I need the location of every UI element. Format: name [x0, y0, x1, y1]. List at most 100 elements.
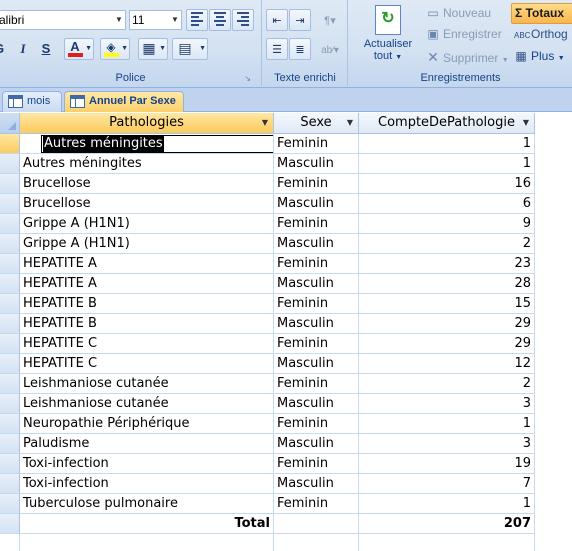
column-header-pathologies[interactable]: Pathologies ▼ [20, 113, 274, 134]
cell-pathologie[interactable]: HEPATITE A [20, 254, 274, 274]
cell-sexe[interactable]: Masculin [274, 194, 359, 214]
highlight-button[interactable]: ab⁄▾ [314, 38, 346, 60]
enregistrer-button[interactable]: ▣ Enregistrer [426, 27, 501, 41]
total-empty-cell[interactable] [274, 514, 359, 534]
row-selector[interactable] [0, 234, 20, 254]
cell-sexe[interactable]: Feminin [274, 214, 359, 234]
cell-compte[interactable]: 2 [359, 374, 535, 394]
row-selector[interactable] [0, 454, 20, 474]
cell-pathologie[interactable]: HEPATITE C [20, 334, 274, 354]
cell-pathologie[interactable]: Autres méningites [20, 154, 274, 174]
cell-compte[interactable]: 1 [359, 154, 535, 174]
cell-compte[interactable]: 23 [359, 254, 535, 274]
cell-pathologie[interactable]: Toxi-infection [20, 454, 274, 474]
font-color-button[interactable]: A ▼ [64, 38, 94, 60]
cell-sexe[interactable]: Masculin [274, 354, 359, 374]
tab-mois[interactable]: mois [2, 91, 62, 112]
cell-sexe[interactable]: Feminin [274, 334, 359, 354]
row-selector[interactable] [0, 474, 20, 494]
table-row[interactable]: HEPATITE B Feminin 15 [0, 294, 535, 314]
cell-compte[interactable]: 1 [359, 134, 535, 154]
row-selector[interactable] [0, 174, 20, 194]
cell-compte[interactable]: 16 [359, 174, 535, 194]
row-selector[interactable] [0, 294, 20, 314]
cell-pathologie[interactable]: Grippe A (H1N1) [20, 234, 274, 254]
sort-filter-icon[interactable]: ▼ [347, 113, 353, 133]
orthographe-button[interactable]: ABCOrthog [514, 27, 568, 41]
align-center-button[interactable] [209, 9, 231, 31]
cell-pathologie[interactable]: Leishmaniose cutanée [20, 374, 274, 394]
alternate-fill-button[interactable]: ▤ ▼ [172, 38, 208, 60]
cell-sexe[interactable]: Feminin [274, 414, 359, 434]
table-row[interactable]: Brucellose Feminin 16 [0, 174, 535, 194]
italic-button[interactable]: I [12, 38, 34, 60]
tab-annuel-par-sexe[interactable]: Annuel Par Sexe [64, 91, 184, 112]
font-size-combo[interactable]: 11 ▼ [129, 10, 182, 30]
bold-button[interactable]: G [0, 38, 10, 60]
bullets-button[interactable]: ☰ [266, 38, 288, 60]
table-row[interactable]: Autres méningites▼Feminin1 [0, 134, 535, 154]
cell-sexe[interactable]: Masculin [274, 234, 359, 254]
row-selector[interactable] [0, 414, 20, 434]
cell-compte[interactable]: 7 [359, 474, 535, 494]
cell-compte[interactable]: 1 [359, 414, 535, 434]
table-row[interactable]: Leishmaniose cutanée Feminin 2 [0, 374, 535, 394]
paragraph-direction-button[interactable]: ¶▾ [314, 9, 346, 31]
row-selector[interactable] [0, 194, 20, 214]
table-row[interactable]: Toxi-infection Masculin 7 [0, 474, 535, 494]
row-selector[interactable] [0, 134, 20, 154]
row-selector[interactable] [0, 154, 20, 174]
cell-compte[interactable]: 2 [359, 234, 535, 254]
align-left-button[interactable] [186, 9, 208, 31]
cell-sexe[interactable]: Feminin [274, 294, 359, 314]
cell-sexe[interactable]: Feminin [274, 254, 359, 274]
row-selector[interactable] [0, 314, 20, 334]
cell-sexe[interactable]: Feminin [274, 134, 359, 154]
row-selector[interactable] [0, 334, 20, 354]
supprimer-button[interactable]: ✕ Supprimer ▼ [426, 49, 509, 66]
increase-indent-button[interactable]: ⇥ [289, 9, 311, 31]
cell-sexe[interactable]: Masculin [274, 314, 359, 334]
cell-pathologie[interactable]: Toxi-infection [20, 474, 274, 494]
cell-compte[interactable]: 1 [359, 494, 535, 514]
numbering-button[interactable]: ≣ [289, 38, 311, 60]
table-row[interactable]: Autres méningites Masculin 1 [0, 154, 535, 174]
cell-pathologie[interactable]: Brucellose [20, 194, 274, 214]
cell-compte[interactable]: 6 [359, 194, 535, 214]
row-selector[interactable] [0, 514, 20, 534]
cell-sexe[interactable]: Masculin [274, 154, 359, 174]
table-row[interactable]: HEPATITE A Masculin 28 [0, 274, 535, 294]
plus-button[interactable]: ▦ Plus ▼ [514, 49, 564, 63]
row-selector[interactable] [0, 214, 20, 234]
cell-pathologie[interactable]: Tuberculose pulmonaire [20, 494, 274, 514]
cell-pathologie[interactable]: HEPATITE C [20, 354, 274, 374]
font-name-combo[interactable]: alibri ▼ [0, 10, 126, 30]
table-row[interactable]: Neuropathie Périphérique Feminin 1 [0, 414, 535, 434]
align-right-button[interactable] [232, 9, 254, 31]
select-all-corner[interactable] [0, 113, 20, 134]
row-selector[interactable] [0, 254, 20, 274]
cell-compte[interactable]: 3 [359, 394, 535, 414]
total-value[interactable]: 207 [359, 514, 535, 534]
sort-filter-icon[interactable]: ▼ [262, 113, 268, 133]
cell-compte[interactable]: 28 [359, 274, 535, 294]
table-row[interactable]: HEPATITE B Masculin 29 [0, 314, 535, 334]
table-row[interactable]: Paludisme Masculin 3 [0, 434, 535, 454]
cell-compte[interactable]: 15 [359, 294, 535, 314]
gridlines-button[interactable]: ▦ ▼ [138, 38, 168, 60]
row-selector[interactable] [0, 434, 20, 454]
cell-sexe[interactable]: Masculin [274, 394, 359, 414]
actualiser-tout-button[interactable]: ↻ Actualiser tout ▼ [355, 3, 421, 67]
decrease-indent-button[interactable]: ⇤ [266, 9, 288, 31]
cell-pathologie[interactable]: HEPATITE A [20, 274, 274, 294]
cell-compte[interactable]: 29 [359, 334, 535, 354]
table-row[interactable]: Grippe A (H1N1) Feminin 9 [0, 214, 535, 234]
table-row[interactable]: Brucellose Masculin 6 [0, 194, 535, 214]
column-header-comptedepathologie[interactable]: CompteDePathologie ▼ [359, 113, 535, 134]
cell-pathologie[interactable]: HEPATITE B [20, 314, 274, 334]
table-row[interactable]: Toxi-infection Feminin 19 [0, 454, 535, 474]
underline-button[interactable]: S [35, 38, 57, 60]
cell-sexe[interactable]: Masculin [274, 434, 359, 454]
table-row[interactable]: HEPATITE A Feminin 23 [0, 254, 535, 274]
cell-pathologie[interactable]: Neuropathie Périphérique [20, 414, 274, 434]
